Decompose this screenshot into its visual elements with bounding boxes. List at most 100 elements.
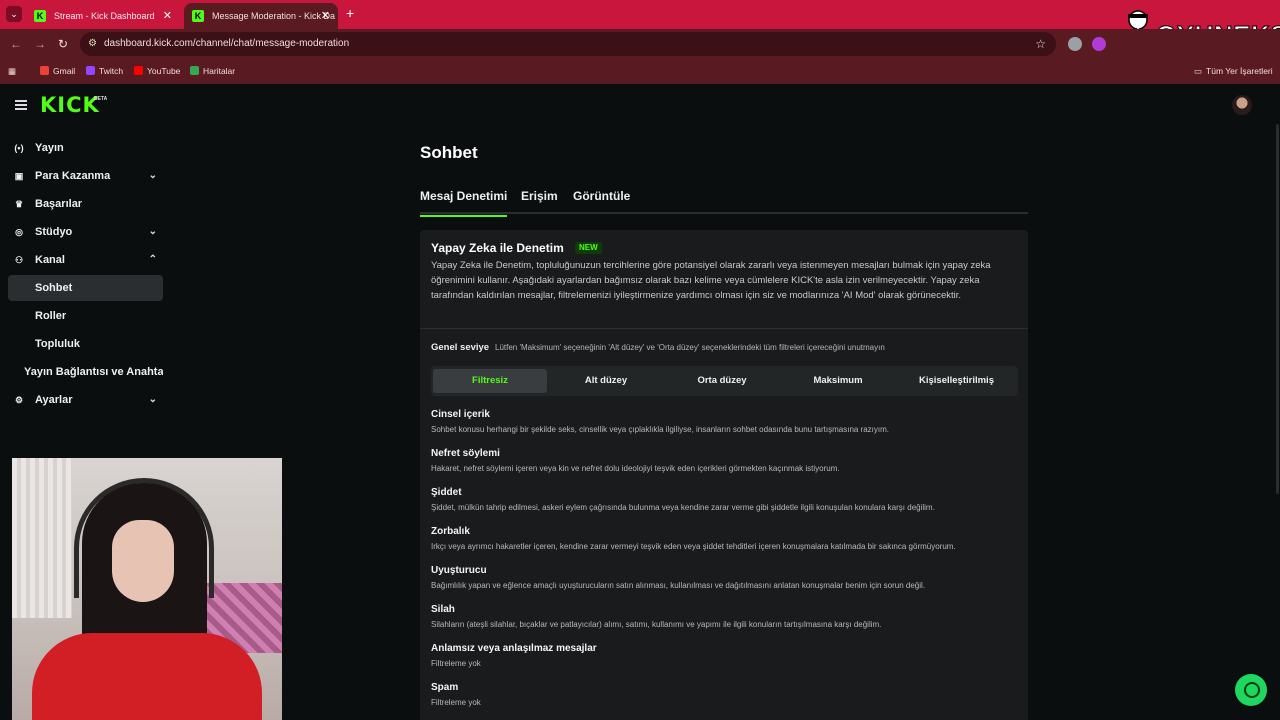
bookmark-label: Twitch bbox=[99, 66, 124, 76]
kick-favicon-icon: K bbox=[192, 10, 204, 22]
tab-erisim[interactable]: Erişim bbox=[521, 189, 558, 203]
sidebar-item-studyo[interactable]: ◎ Stüdyo ⌄ bbox=[8, 219, 163, 245]
level-option-orta-duzey[interactable]: Orta düzey bbox=[665, 369, 779, 393]
back-icon[interactable]: ← bbox=[10, 37, 22, 51]
category-item: Spam Filtreleme yok bbox=[431, 681, 1021, 711]
sidebar-item-roller[interactable]: Roller bbox=[8, 303, 163, 329]
sidebar-item-basarilar[interactable]: ♛ Başarılar bbox=[8, 191, 163, 217]
sidebar-item-label: Başarılar bbox=[35, 198, 83, 210]
kick-favicon-icon: K bbox=[34, 10, 46, 22]
category-title: Anlamsız veya anlaşılmaz mesajlar bbox=[431, 643, 597, 654]
category-description: Sohbet konusu herhangi bir şekilde seks,… bbox=[431, 425, 890, 434]
chevron-up-icon: ⌃ bbox=[148, 254, 157, 265]
chevron-down-icon: ⌄ bbox=[148, 170, 157, 181]
sidebar-item-sohbet[interactable]: Sohbet bbox=[8, 275, 163, 301]
twitch-icon bbox=[86, 66, 95, 75]
apps-grid-icon[interactable]: ▦ bbox=[8, 66, 16, 77]
tab-goruntule[interactable]: Görüntüle bbox=[573, 189, 630, 203]
category-description: Bağımlılık yapan ve eğlence amaçlı uyuşt… bbox=[431, 581, 926, 590]
tab-mesaj-denetimi[interactable]: Mesaj Denetimi bbox=[420, 189, 508, 217]
bookmark-youtube[interactable]: YouTube bbox=[134, 66, 180, 76]
browser-tab-moderation[interactable]: K Message Moderation - Kick Da ✕ bbox=[184, 3, 338, 29]
level-option-maksimum[interactable]: Maksimum bbox=[781, 369, 895, 393]
bookmark-star-icon[interactable]: ☆ bbox=[1035, 32, 1046, 56]
category-description: Filtreleme yok bbox=[431, 659, 481, 668]
sidebar-item-label: Yayın Bağlantısı ve Anahtarı bbox=[24, 366, 163, 378]
reload-icon[interactable]: ↻ bbox=[58, 37, 68, 51]
card-description: Yapay Zeka ile Denetim, topluluğunuzun t… bbox=[431, 260, 991, 301]
studio-icon: ◎ bbox=[15, 227, 23, 237]
browser-tab-stream[interactable]: K Stream - Kick Dashboard ✕ bbox=[26, 3, 180, 29]
close-icon[interactable]: ✕ bbox=[321, 3, 330, 29]
category-item: Silah Silahların (ateşli silahlar, bıçak… bbox=[431, 603, 1021, 633]
page-title: Sohbet bbox=[420, 143, 478, 162]
site-info-icon[interactable]: ⚙ bbox=[88, 32, 97, 56]
sidebar-item-para-kazanma[interactable]: ▣ Para Kazanma ⌄ bbox=[8, 163, 163, 189]
category-description: Hakaret, nefret söylemi içeren veya kin … bbox=[431, 464, 840, 473]
gear-icon: ⚙ bbox=[14, 395, 24, 405]
category-description: Silahların (ateşli silahlar, bıçaklar ve… bbox=[431, 620, 882, 629]
scrollbar[interactable] bbox=[1276, 124, 1279, 494]
address-bar[interactable]: ⚙ dashboard.kick.com/channel/chat/messag… bbox=[80, 32, 1056, 56]
level-option-alt-duzey[interactable]: Alt düzey bbox=[549, 369, 663, 393]
browser-tab-bar: ⌄ K Stream - Kick Dashboard ✕ K Message … bbox=[0, 0, 1280, 29]
category-title: Nefret söylemi bbox=[431, 448, 500, 459]
close-icon[interactable]: ✕ bbox=[163, 3, 172, 29]
browser-toolbar: ← → ↻ ⚙ dashboard.kick.com/channel/chat/… bbox=[0, 29, 1280, 59]
category-title: Uyuşturucu bbox=[431, 565, 487, 576]
webcam-overlay bbox=[12, 458, 282, 720]
level-selector: Filtresiz Alt düzey Orta düzey Maksimum … bbox=[431, 366, 1018, 396]
category-item: Anlamsız veya anlaşılmaz mesajlar Filtre… bbox=[431, 642, 1021, 672]
category-description: Irkçı veya ayrımcı hakaretler içeren, ke… bbox=[431, 542, 956, 551]
category-title: Silah bbox=[431, 604, 455, 615]
category-item: Zorbalık Irkçı veya ayrımcı hakaretler i… bbox=[431, 525, 1021, 555]
extension-icon[interactable] bbox=[1068, 37, 1082, 51]
kick-logo[interactable]: KICK bbox=[40, 93, 100, 117]
level-option-kisisellestirilmis[interactable]: Kişiselleştirilmiş bbox=[897, 369, 1016, 393]
bookmark-label: Haritalar bbox=[203, 66, 236, 76]
chevron-down-icon: ⌄ bbox=[148, 394, 157, 405]
sidebar-item-kanal[interactable]: ⚇ Kanal ⌃ bbox=[8, 247, 163, 273]
tab-search-button[interactable]: ⌄ bbox=[6, 6, 22, 22]
kick-dashboard: KICK BETA (•) Yayın ▣ Para Kazanma ⌄ ♛ B… bbox=[0, 84, 1280, 720]
sidebar-item-label: Kanal bbox=[35, 254, 65, 266]
sidebar-item-yayin[interactable]: (•) Yayın bbox=[8, 135, 163, 161]
avatar[interactable] bbox=[1232, 95, 1252, 115]
category-title: Spam bbox=[431, 682, 459, 693]
chevron-down-icon: ⌄ bbox=[148, 226, 157, 237]
ai-moderation-card: Yapay Zeka ile Denetim NEW Yapay Zeka il… bbox=[420, 230, 1028, 720]
extension-icon[interactable] bbox=[1092, 37, 1106, 51]
gmail-icon bbox=[40, 66, 49, 75]
menu-icon[interactable] bbox=[15, 100, 27, 110]
tab-title: Stream - Kick Dashboard bbox=[54, 11, 155, 21]
all-bookmarks[interactable]: ▭ Tüm Yer İşaretleri bbox=[1194, 66, 1273, 77]
new-badge: NEW bbox=[575, 242, 602, 254]
url-text: dashboard.kick.com/channel/chat/message-… bbox=[104, 38, 350, 49]
category-item: Uyuşturucu Bağımlılık yapan ve eğlence a… bbox=[431, 564, 1021, 594]
maps-icon bbox=[190, 66, 199, 75]
sidebar-item-topluluk[interactable]: Topluluk bbox=[8, 331, 163, 357]
level-option-filtresiz[interactable]: Filtresiz bbox=[433, 369, 547, 393]
category-item: Cinsel içerik Sohbet konusu herhangi bir… bbox=[431, 408, 1021, 438]
wallet-icon: ▣ bbox=[14, 171, 24, 181]
all-bookmarks-label: Tüm Yer İşaretleri bbox=[1206, 66, 1273, 76]
sidebar-item-ayarlar[interactable]: ⚙ Ayarlar ⌄ bbox=[8, 387, 163, 413]
category-item: Şiddet Şiddet, mülkün tahrip edilmesi, a… bbox=[431, 486, 1021, 516]
trophy-icon: ♛ bbox=[14, 199, 24, 209]
sidebar-item-label: Topluluk bbox=[35, 338, 81, 350]
level-note: Lütfen 'Maksimum' seçeneğinin 'Alt düzey… bbox=[495, 343, 885, 352]
sidebar-item-label: Ayarlar bbox=[35, 394, 73, 406]
support-chat-button[interactable] bbox=[1235, 674, 1267, 706]
category-title: Şiddet bbox=[431, 487, 462, 498]
category-description: Filtreleme yok bbox=[431, 698, 481, 707]
new-tab-button[interactable]: + bbox=[346, 5, 354, 21]
bookmark-maps[interactable]: Haritalar bbox=[190, 66, 235, 76]
sidebar-item-yayin-baglantisi[interactable]: Yayın Bağlantısı ve Anahtarı bbox=[8, 359, 163, 385]
sidebar-item-label: Para Kazanma bbox=[35, 170, 111, 182]
bookmark-gmail[interactable]: Gmail bbox=[40, 66, 75, 76]
forward-icon[interactable]: → bbox=[34, 37, 46, 51]
moderation-tabs: Mesaj Denetimi Erişim Görüntüle bbox=[420, 184, 1028, 217]
bookmarks-bar: ▦ Gmail Twitch YouTube Haritalar ▭ Tüm Ye… bbox=[0, 59, 1280, 84]
beta-badge: BETA bbox=[94, 96, 108, 102]
bookmark-twitch[interactable]: Twitch bbox=[86, 66, 123, 76]
